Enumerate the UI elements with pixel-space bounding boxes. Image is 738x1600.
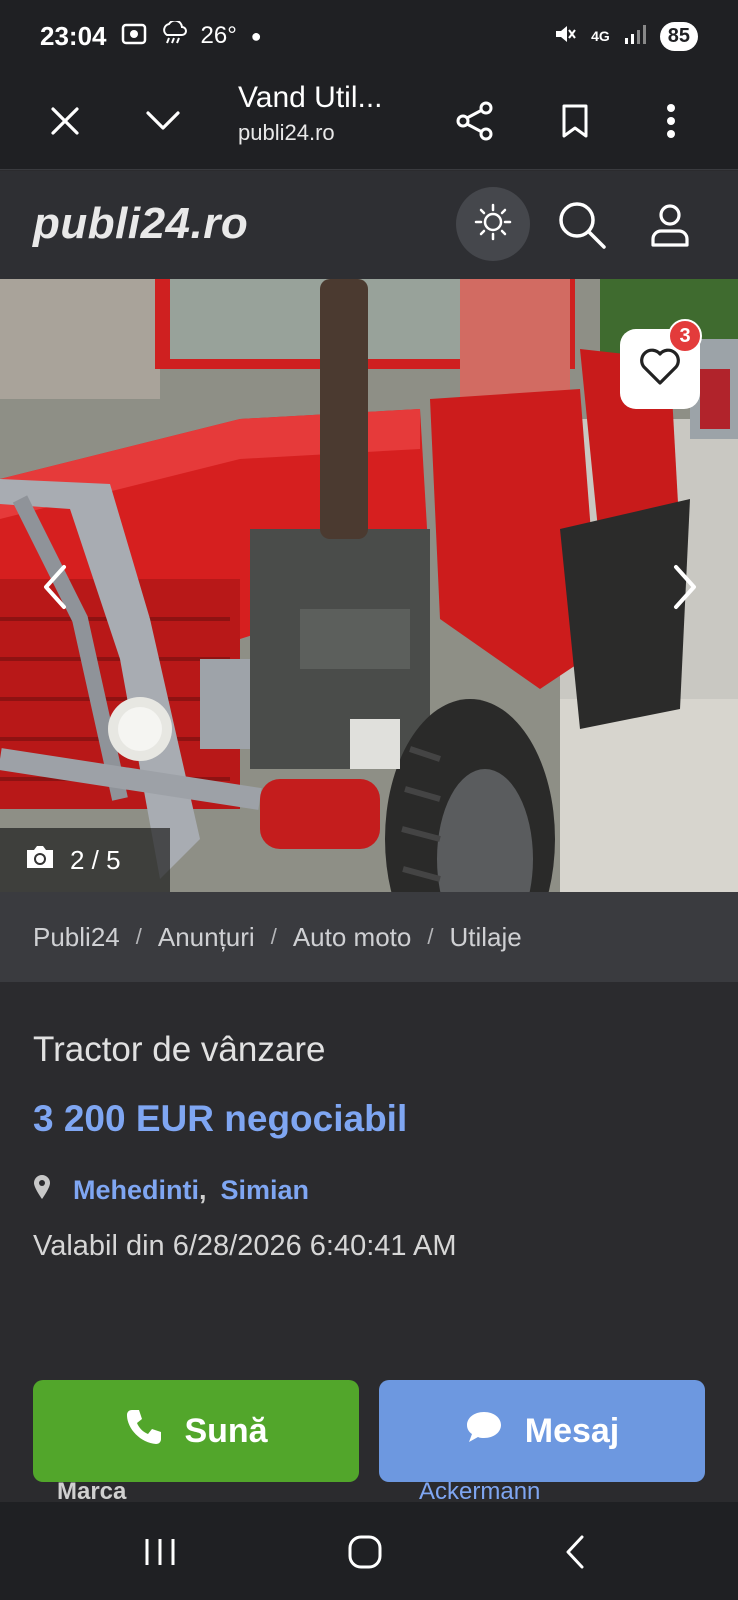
system-navigation-bar: [0, 1502, 738, 1600]
back-icon[interactable]: [540, 1522, 610, 1582]
photo-counter-text: 2 / 5: [70, 844, 121, 875]
breadcrumb-separator: /: [270, 924, 277, 949]
location-city-link[interactable]: Simian: [221, 1175, 310, 1206]
image-gallery[interactable]: 3 2 / 5: [0, 279, 738, 892]
listing-title: Tractor de vânzare: [33, 1030, 326, 1069]
message-button[interactable]: Mesaj: [379, 1380, 705, 1482]
status-bar: 23:04 26° ● 4G 85: [0, 0, 738, 72]
breadcrumb-auto-moto[interactable]: Auto moto: [293, 922, 412, 953]
notification-dot-icon: ●: [250, 25, 262, 46]
more-options-icon[interactable]: [644, 94, 698, 148]
message-button-label: Mesaj: [524, 1411, 620, 1450]
favorites-count-badge: 3: [668, 319, 702, 353]
battery-level: 85: [659, 21, 698, 51]
breadcrumb-separator: /: [427, 924, 434, 949]
listing-price: 3 200 EUR negociabil: [33, 1098, 408, 1139]
camera-icon: [24, 844, 56, 877]
breadcrumb-separator: /: [135, 924, 142, 949]
location-county-link[interactable]: Mehedinti: [73, 1175, 199, 1206]
theme-toggle-button[interactable]: [456, 187, 530, 261]
network-type: 4G: [591, 28, 610, 44]
browser-toolbar: Vand Util... publi24.ro: [0, 72, 738, 170]
recent-apps-icon[interactable]: [125, 1522, 195, 1582]
sun-icon: [473, 202, 513, 247]
search-icon[interactable]: [552, 195, 612, 255]
call-button-label: Sună: [184, 1411, 268, 1450]
user-account-icon[interactable]: [640, 195, 700, 255]
tab-title-block: Vand Util... publi24.ro: [238, 78, 383, 146]
phone-icon: [124, 1408, 162, 1455]
location-pin-icon: [33, 1174, 51, 1207]
chevron-right-icon: [672, 563, 698, 616]
chevron-left-icon: [42, 563, 68, 616]
site-header: publi24.ro: [0, 171, 738, 279]
signal-icon: [624, 23, 646, 50]
weather-rain-icon: [161, 19, 187, 52]
gallery-next-button[interactable]: [660, 559, 710, 619]
mute-icon: [553, 22, 577, 51]
gallery-previous-button[interactable]: [30, 559, 80, 619]
screen-record-icon: [121, 21, 147, 52]
breadcrumb-utilaje[interactable]: Utilaje: [449, 922, 521, 953]
home-icon[interactable]: [330, 1522, 400, 1582]
listing-location: Mehedinti , Simian: [33, 1174, 309, 1207]
page-title: Vand Util...: [238, 81, 383, 114]
site-logo[interactable]: publi24.ro: [33, 199, 248, 249]
close-icon[interactable]: [38, 94, 92, 148]
chevron-down-icon[interactable]: [136, 94, 190, 148]
page-domain: publi24.ro: [238, 120, 335, 145]
heart-icon: [639, 348, 681, 391]
breadcrumb-anunturi[interactable]: Anunțuri: [158, 922, 255, 953]
photo-counter: 2 / 5: [0, 828, 170, 892]
listing-valid-date: Valabil din 6/28/2026 6:40:41 AM: [33, 1230, 457, 1262]
status-temperature: 26°: [200, 22, 237, 49]
call-button[interactable]: Sună: [33, 1380, 359, 1482]
status-time: 23:04: [40, 20, 107, 51]
bookmark-icon[interactable]: [548, 94, 602, 148]
chat-bubble-icon: [465, 1410, 503, 1453]
breadcrumb-home[interactable]: Publi24: [33, 922, 120, 953]
breadcrumb: Publi24 / Anunțuri / Auto moto / Utilaje: [0, 892, 738, 982]
share-icon[interactable]: [448, 94, 502, 148]
